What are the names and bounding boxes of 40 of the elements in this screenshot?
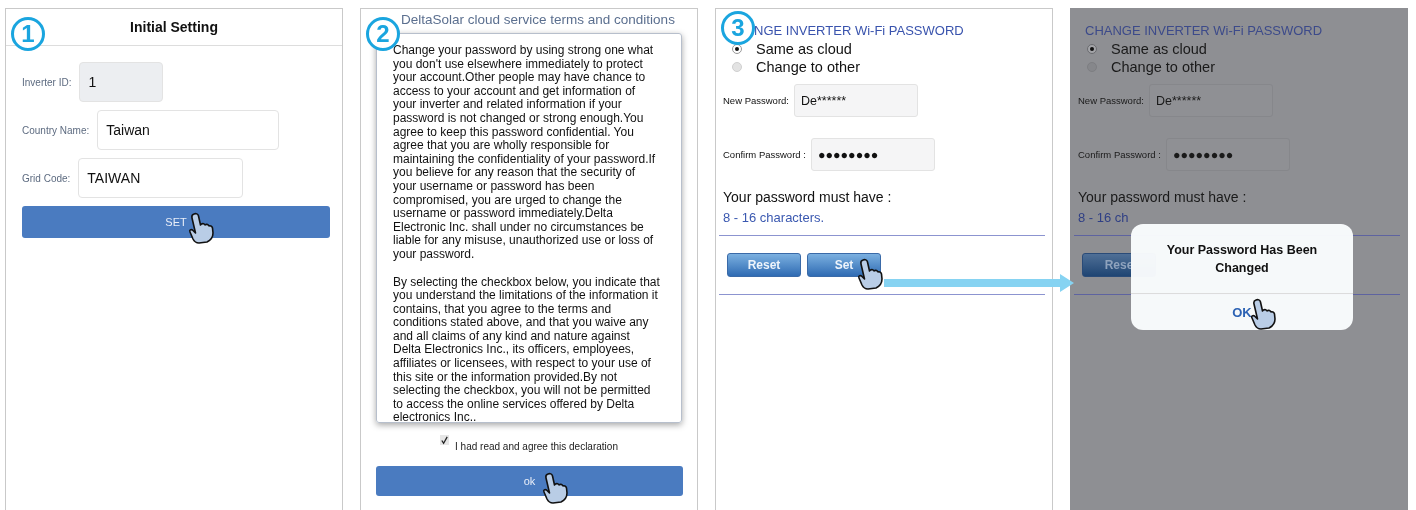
field-label: Inverter ID: bbox=[22, 76, 72, 88]
action-button[interactable]: Reset bbox=[727, 253, 801, 277]
password-field[interactable]: De****** bbox=[794, 84, 918, 117]
input-field[interactable]: Taiwan bbox=[97, 110, 280, 150]
field-label: Country Name: bbox=[22, 124, 90, 136]
set-button[interactable]: SET bbox=[22, 206, 330, 238]
ok-button[interactable]: ok bbox=[376, 466, 683, 496]
terms-paragraph: By selecting the checkbox below, you indicate that you understand the limitations of the information it contains, that you agree to the terms and conditions stated above, and that you waive any and all claims of any kind and nature against Delta Electronics Inc., its officers, employees, affiliates or licensees, with respect to your use of this site or the information provided.By not selecting the checkbox, you will not be permitted to access the online services offered by Delta electronics Inc.. bbox=[393, 275, 661, 426]
field-label: New Password: bbox=[1078, 95, 1144, 106]
radio-label: Change to other bbox=[1111, 59, 1215, 75]
password-field[interactable]: De****** bbox=[1149, 84, 1273, 117]
password-field[interactable]: ●●●●●●●● bbox=[810, 138, 935, 171]
requirement-text: Your password must have : bbox=[722, 188, 893, 205]
requirement-text: Your password must have : bbox=[1077, 188, 1248, 205]
field-label: New Password: bbox=[723, 95, 789, 106]
step-number-badge: 3 bbox=[721, 11, 755, 45]
screen-title: DeltaSolar cloud service terms and conditions bbox=[400, 11, 676, 27]
terms-paragraph: Change your password by using strong one what you don't use elsewhere immediately to protect your account.Other people may have chance to access to your account and get information of your inverter and related information if your password is not changed or strong enough.You agree to keep this password confidential. You agree that you are wholly responsible for maintaining the confidentiality of your password.If you believe for any reason that the security of your username or password has been compromised, you are urged to change the username or password immediately.Delta Electronic Inc. shall under no circumstances be liable for any misuse, unauthorized use or loss of your password. bbox=[393, 44, 657, 262]
radio-label: Change to other bbox=[756, 59, 860, 75]
field-label: Confirm Password : bbox=[1078, 149, 1161, 160]
radio-button[interactable] bbox=[732, 44, 742, 54]
alert-message: Your Password Has Been Changed bbox=[1131, 224, 1353, 294]
pointing-hand-icon bbox=[855, 258, 885, 290]
rule-text: 8 - 16 ch bbox=[1077, 209, 1130, 225]
pointing-hand-icon bbox=[186, 212, 216, 244]
screen-title: NGE INVERTER Wi-Fi PASSWORD bbox=[754, 22, 965, 38]
rule-text: 8 - 16 characters. bbox=[722, 209, 826, 225]
screen-title: CHANGE INVERTER Wi-Fi PASSWORD bbox=[1084, 22, 1324, 38]
password-field[interactable]: ●●●●●●●● bbox=[1165, 138, 1290, 171]
checkbox-label: I had read and agree this declaration bbox=[455, 441, 618, 452]
radio-button[interactable] bbox=[1087, 44, 1097, 54]
screen-title: Initial Setting bbox=[130, 19, 218, 35]
input-field[interactable]: TAIWAN bbox=[78, 158, 244, 198]
field-label: Confirm Password : bbox=[723, 149, 806, 160]
agree-checkbox[interactable] bbox=[440, 435, 450, 445]
step-number-badge: 1 bbox=[11, 17, 45, 51]
ok-button[interactable]: OK bbox=[1131, 294, 1353, 330]
radio-label: Same as cloud bbox=[1111, 41, 1207, 57]
radio-label: Same as cloud bbox=[756, 41, 852, 57]
field-label: Grid Code: bbox=[22, 172, 71, 184]
